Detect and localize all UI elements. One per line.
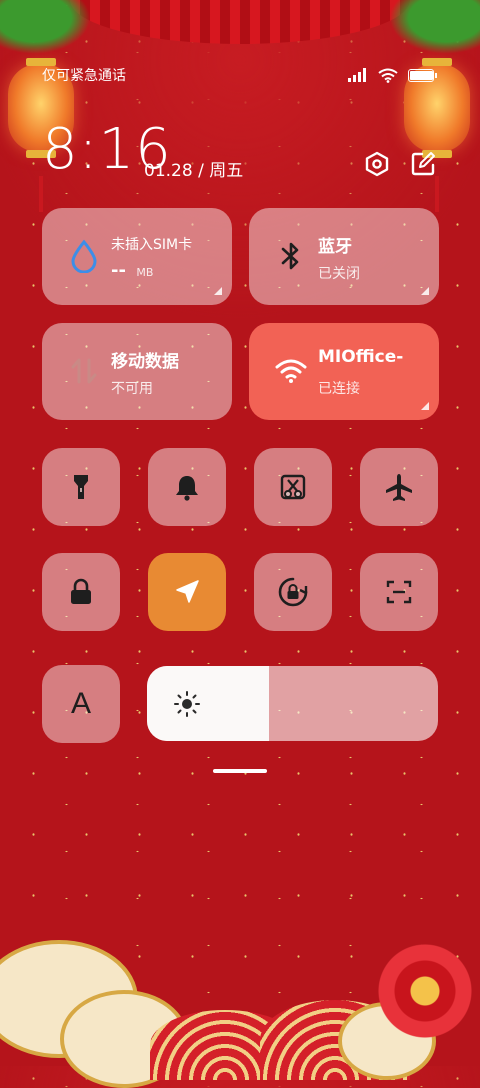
- bluetooth-icon: [281, 242, 299, 270]
- wifi-tile[interactable]: MIOffice- 已连接: [249, 323, 439, 420]
- lock-icon: [71, 578, 91, 604]
- expand-corner-indicator: [421, 287, 429, 295]
- lantern-tassel-right: [435, 176, 439, 212]
- water-drop-icon: [71, 239, 97, 273]
- status-bar: 仅可紧急通话: [42, 62, 437, 88]
- sim-status-label: 未插入SIM卡: [111, 237, 193, 253]
- mobile-data-status: 不可用: [111, 381, 153, 397]
- mobile-data-tile[interactable]: 移动数据 不可用: [42, 323, 232, 420]
- edit-button[interactable]: [409, 150, 437, 178]
- scanner-toggle[interactable]: [360, 553, 438, 631]
- lock-screen-toggle[interactable]: [42, 553, 120, 631]
- auto-brightness-label: A: [70, 687, 91, 720]
- brightness-slider[interactable]: [147, 666, 438, 741]
- rotation-lock-icon: [278, 577, 308, 607]
- brightness-fill: [147, 666, 270, 741]
- weekday: 周五: [209, 161, 244, 181]
- bluetooth-tile[interactable]: 蓝牙 已关闭: [249, 208, 439, 305]
- date-value: 01.28: [144, 161, 193, 181]
- settings-icon: [365, 151, 389, 177]
- data-usage-tile[interactable]: 未插入SIM卡 -- MB: [42, 208, 232, 305]
- location-toggle[interactable]: [148, 553, 226, 631]
- bell-icon: [176, 476, 198, 501]
- date-text: 01.28 / 周五: [144, 156, 243, 181]
- edit-icon: [411, 152, 435, 176]
- panel-drag-handle[interactable]: [213, 769, 267, 773]
- settings-button[interactable]: [363, 150, 391, 178]
- screenshot-toggle[interactable]: [254, 448, 332, 526]
- sun-icon: [174, 691, 200, 717]
- data-arrows-icon: [71, 358, 97, 384]
- airplane-mode-toggle[interactable]: [360, 448, 438, 526]
- bluetooth-status: 已关闭: [318, 266, 360, 282]
- date-separator: /: [198, 161, 204, 181]
- curtain-decoration: [70, 0, 410, 44]
- usage-number: --: [111, 260, 126, 281]
- leaves-decoration-right: [380, 0, 480, 60]
- usage-unit: MB: [136, 266, 154, 279]
- wifi-status: 已连接: [318, 381, 360, 397]
- expand-corner-indicator: [421, 402, 429, 410]
- wifi-network-name: MIOffice-: [318, 347, 404, 367]
- flower-decoration: [378, 944, 472, 1038]
- ringer-toggle[interactable]: [148, 448, 226, 526]
- signal-icon: [348, 68, 366, 82]
- scan-icon: [386, 580, 412, 604]
- bluetooth-label: 蓝牙: [318, 237, 352, 257]
- wifi-status-icon: [378, 68, 398, 83]
- screenshot-icon: [280, 474, 306, 500]
- airplane-icon: [386, 474, 412, 501]
- carrier-text: 仅可紧急通话: [42, 68, 126, 84]
- auto-brightness-toggle[interactable]: A: [42, 665, 120, 743]
- flashlight-toggle[interactable]: [42, 448, 120, 526]
- flashlight-icon: [74, 475, 88, 499]
- rotation-lock-toggle[interactable]: [254, 553, 332, 631]
- wifi-icon: [275, 359, 307, 383]
- expand-corner-indicator: [214, 287, 222, 295]
- data-usage-value: -- MB: [111, 260, 153, 281]
- leaves-decoration-left: [0, 0, 100, 60]
- mobile-data-label: 移动数据: [111, 352, 179, 372]
- battery-icon: [408, 68, 437, 82]
- location-icon: [176, 580, 199, 603]
